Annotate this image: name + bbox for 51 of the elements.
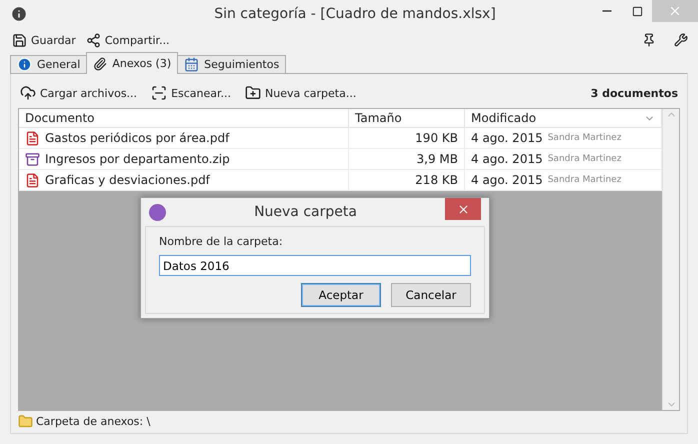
- document-count: 3 documentos: [590, 86, 679, 100]
- author-name: Sandra Martinez: [548, 133, 622, 143]
- toolbar-button[interactable]: Compartir...: [84, 32, 172, 48]
- calendar-icon: [184, 57, 200, 72]
- toolbar-button[interactable]: Guardar: [10, 32, 78, 48]
- folder-icon: [18, 414, 33, 428]
- author-name: Sandra Martinez: [548, 175, 622, 185]
- close-icon: [668, 4, 682, 18]
- archive-icon: [25, 152, 40, 166]
- dialog-button[interactable]: Aceptar: [301, 283, 381, 307]
- window-title: Sin categoría - [Cuadro de mandos.xlsx]: [213, 6, 497, 22]
- column-header[interactable]: Documento: [19, 109, 349, 128]
- maximize-icon: [632, 6, 642, 16]
- author-name: Sandra Martinez: [548, 154, 622, 164]
- tab[interactable]: Seguimientos: [177, 55, 286, 74]
- save-icon: [12, 32, 27, 48]
- scanner-icon: [151, 85, 168, 101]
- column-header[interactable]: Modificado: [465, 109, 662, 128]
- close-button[interactable]: [445, 198, 481, 220]
- action-button[interactable]: Escanear...: [149, 85, 234, 101]
- modified-date: 4 ago. 2015: [471, 173, 543, 187]
- modified-date: 4 ago. 2015: [471, 131, 543, 145]
- new-folder-icon: [245, 85, 262, 101]
- info-icon: [17, 57, 32, 72]
- info-icon: [10, 5, 28, 23]
- pdf-file-icon: [25, 130, 40, 146]
- status-text: Carpeta de anexos: \: [36, 414, 150, 428]
- share-icon: [86, 32, 101, 48]
- action-button[interactable]: Cargar archivos...: [18, 85, 140, 101]
- file-size: 3,9 MB: [416, 152, 458, 166]
- field-label: Nombre de la carpeta:: [159, 235, 284, 248]
- close-icon: [456, 202, 470, 216]
- file-name: Ingresos por departamento.zip: [45, 152, 230, 166]
- dialog-button[interactable]: Cancelar: [391, 283, 471, 307]
- file-name: Graficas y desviaciones.pdf: [45, 173, 210, 187]
- file-size: 190 KB: [415, 131, 458, 145]
- action-button[interactable]: Nueva carpeta...: [243, 85, 358, 101]
- paperclip-icon: [93, 56, 108, 70]
- settings-icon[interactable]: [674, 33, 688, 47]
- cloud-upload-icon: [20, 85, 36, 101]
- app-logo-icon: [149, 204, 166, 220]
- pin-icon[interactable]: [642, 33, 656, 47]
- file-size: 218 KB: [415, 173, 458, 187]
- folder-name-field[interactable]: Datos 2016: [159, 255, 471, 276]
- column-header[interactable]: Tamaño: [349, 109, 465, 128]
- dialog-title: Nueva carpeta: [253, 204, 358, 220]
- file-name: Gastos periódicos por área.pdf: [45, 131, 230, 145]
- modified-date: 4 ago. 2015: [471, 152, 543, 166]
- tab[interactable]: General: [10, 55, 88, 74]
- pdf-file-icon: [25, 172, 40, 188]
- tab[interactable]: Anexos (3): [86, 52, 178, 74]
